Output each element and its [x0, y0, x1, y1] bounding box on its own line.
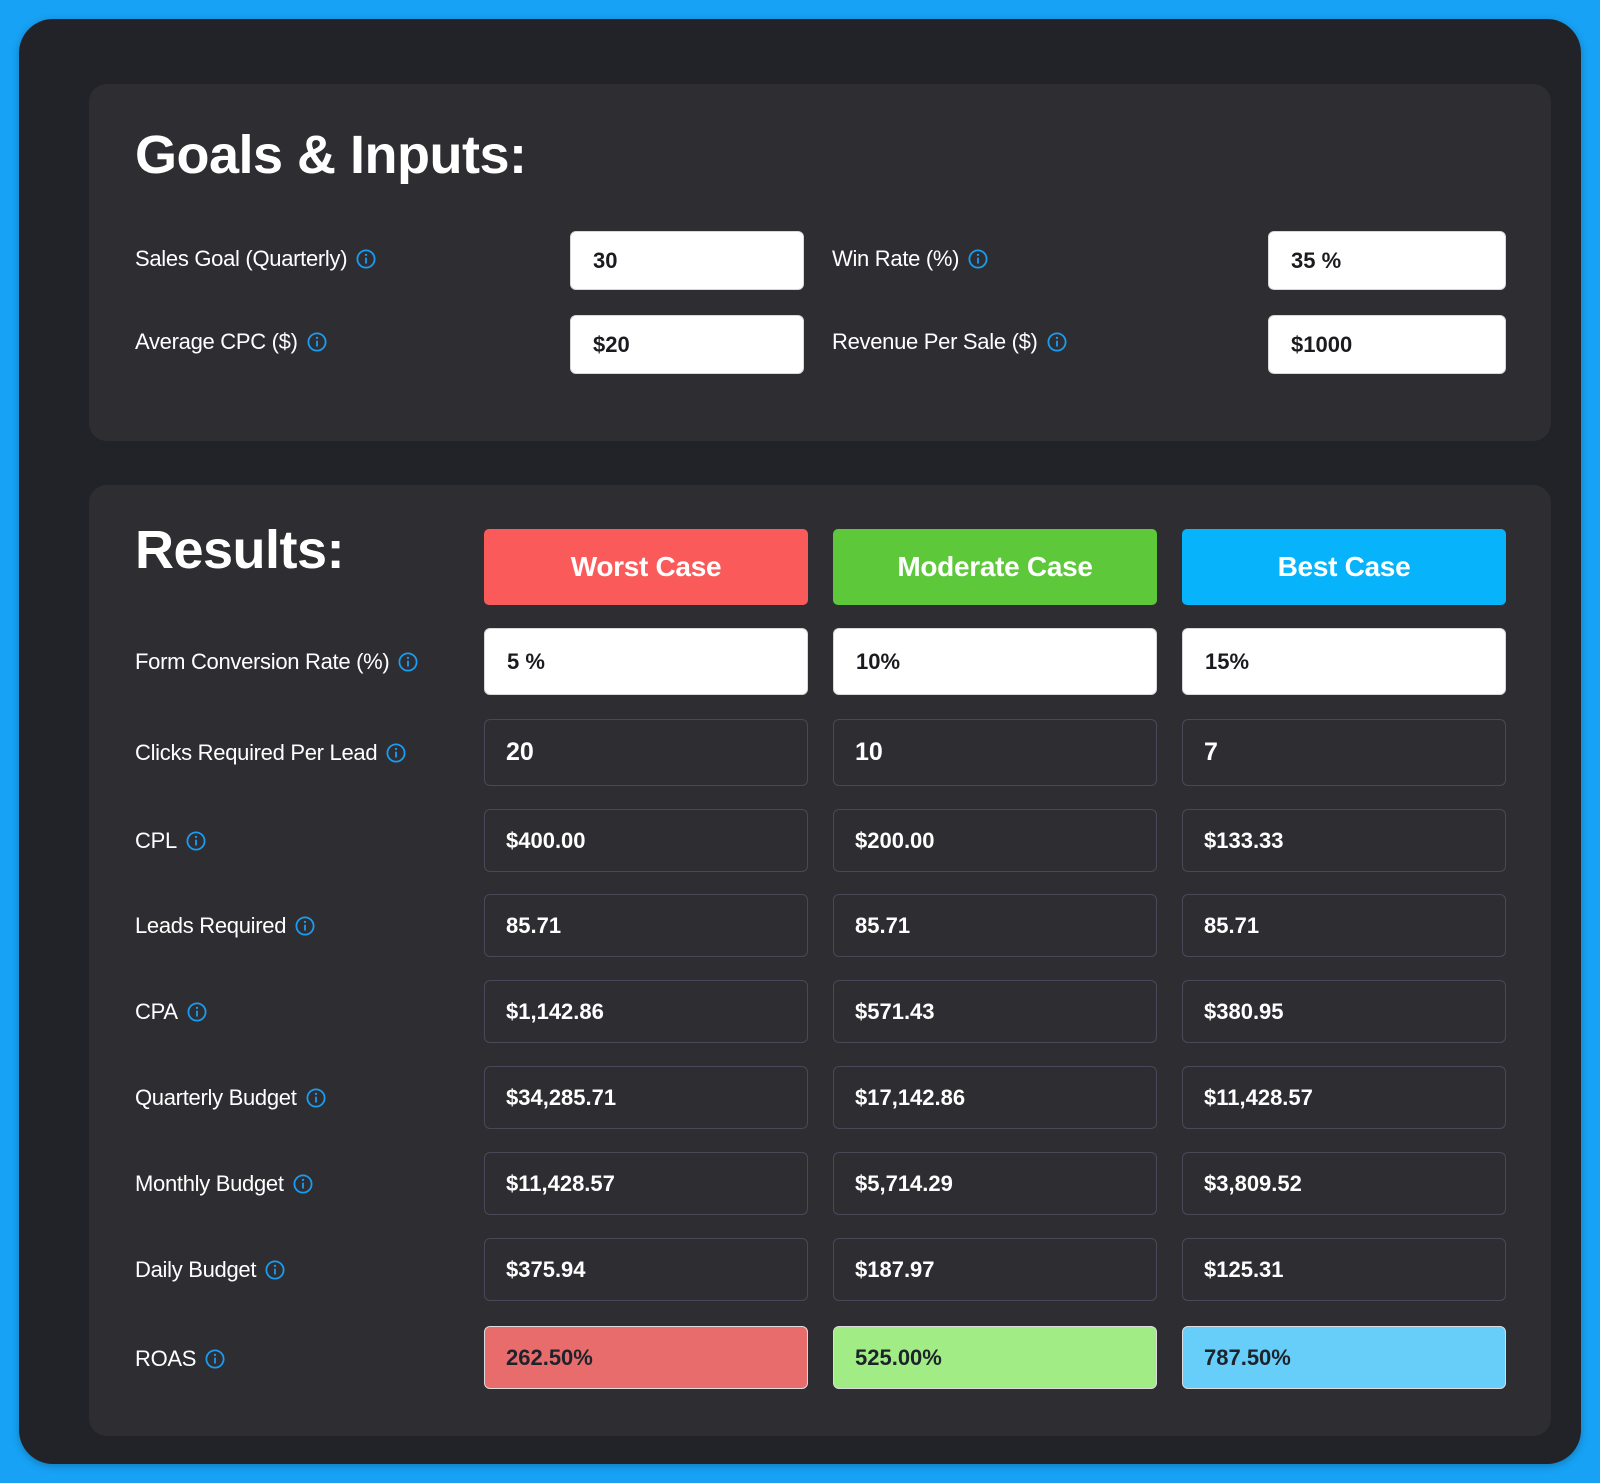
moderate-roas-value: 525.00%	[833, 1326, 1157, 1389]
moderate-conversion-input[interactable]	[833, 628, 1157, 695]
worst-leads-required-value: 85.71	[484, 894, 808, 957]
worst-quarterly-budget-value: $34,285.71	[484, 1066, 808, 1129]
best-clicks-required-per-lead-value: 7	[1182, 719, 1506, 786]
clicks-required-per-lead-label: Clicks Required Per Lead	[135, 738, 406, 768]
results-panel: Results: Worst Case Moderate Case Best C…	[89, 485, 1551, 1436]
worst-cpa-value: $1,142.86	[484, 980, 808, 1043]
info-icon[interactable]	[398, 652, 418, 672]
moderate-daily-budget-value: $187.97	[833, 1238, 1157, 1301]
best-cpa-value: $380.95	[1182, 980, 1506, 1043]
info-icon[interactable]	[307, 332, 327, 352]
moderate-case-header: Moderate Case	[833, 529, 1157, 605]
goals-inputs-panel: Goals & Inputs: Sales Goal (Quarterly) W…	[89, 84, 1551, 441]
worst-case-header: Worst Case	[484, 529, 808, 605]
results-title: Results:	[135, 520, 345, 580]
best-leads-required-value: 85.71	[1182, 894, 1506, 957]
win-rate-input[interactable]	[1268, 231, 1506, 290]
worst-roas-value: 262.50%	[484, 1326, 808, 1389]
average-cpc-input[interactable]	[570, 315, 804, 374]
best-monthly-budget-value: $3,809.52	[1182, 1152, 1506, 1215]
best-case-header: Best Case	[1182, 529, 1506, 605]
moderate-cpa-value: $571.43	[833, 980, 1157, 1043]
info-icon[interactable]	[186, 830, 206, 851]
revenue-per-sale-input[interactable]	[1268, 315, 1506, 374]
moderate-monthly-budget-value: $5,714.29	[833, 1152, 1157, 1215]
worst-cpl-value: $400.00	[484, 809, 808, 872]
info-icon[interactable]	[295, 915, 315, 936]
quarterly-budget-label: Quarterly Budget	[135, 1083, 326, 1113]
info-icon[interactable]	[356, 249, 376, 269]
info-icon[interactable]	[306, 1087, 326, 1108]
info-icon[interactable]	[968, 249, 988, 269]
sales-goal-input[interactable]	[570, 231, 804, 290]
monthly-budget-label: Monthly Budget	[135, 1169, 313, 1199]
daily-budget-label: Daily Budget	[135, 1255, 285, 1285]
worst-monthly-budget-value: $11,428.57	[484, 1152, 808, 1215]
sales-goal-label: Sales Goal (Quarterly)	[135, 244, 376, 274]
info-icon[interactable]	[386, 742, 406, 763]
moderate-leads-required-value: 85.71	[833, 894, 1157, 957]
win-rate-label: Win Rate (%)	[832, 244, 988, 274]
goals-title: Goals & Inputs:	[135, 125, 527, 185]
info-icon[interactable]	[1047, 332, 1067, 352]
worst-daily-budget-value: $375.94	[484, 1238, 808, 1301]
cpa-label: CPA	[135, 997, 207, 1027]
roas-label: ROAS	[135, 1344, 225, 1374]
moderate-quarterly-budget-value: $17,142.86	[833, 1066, 1157, 1129]
worst-conversion-input[interactable]	[484, 628, 808, 695]
best-daily-budget-value: $125.31	[1182, 1238, 1506, 1301]
info-icon[interactable]	[265, 1259, 285, 1280]
info-icon[interactable]	[187, 1001, 207, 1022]
info-icon[interactable]	[293, 1173, 313, 1194]
cpl-label: CPL	[135, 826, 206, 856]
best-roas-value: 787.50%	[1182, 1326, 1506, 1389]
form-conversion-label: Form Conversion Rate (%)	[135, 647, 418, 677]
worst-clicks-required-per-lead-value: 20	[484, 719, 808, 786]
leads-required-label: Leads Required	[135, 911, 315, 941]
revenue-per-sale-label: Revenue Per Sale ($)	[832, 327, 1067, 357]
moderate-clicks-required-per-lead-value: 10	[833, 719, 1157, 786]
best-conversion-input[interactable]	[1182, 628, 1506, 695]
calculator-container: Goals & Inputs: Sales Goal (Quarterly) W…	[19, 19, 1581, 1464]
moderate-cpl-value: $200.00	[833, 809, 1157, 872]
average-cpc-label: Average CPC ($)	[135, 327, 327, 357]
best-cpl-value: $133.33	[1182, 809, 1506, 872]
info-icon[interactable]	[205, 1349, 225, 1369]
best-quarterly-budget-value: $11,428.57	[1182, 1066, 1506, 1129]
